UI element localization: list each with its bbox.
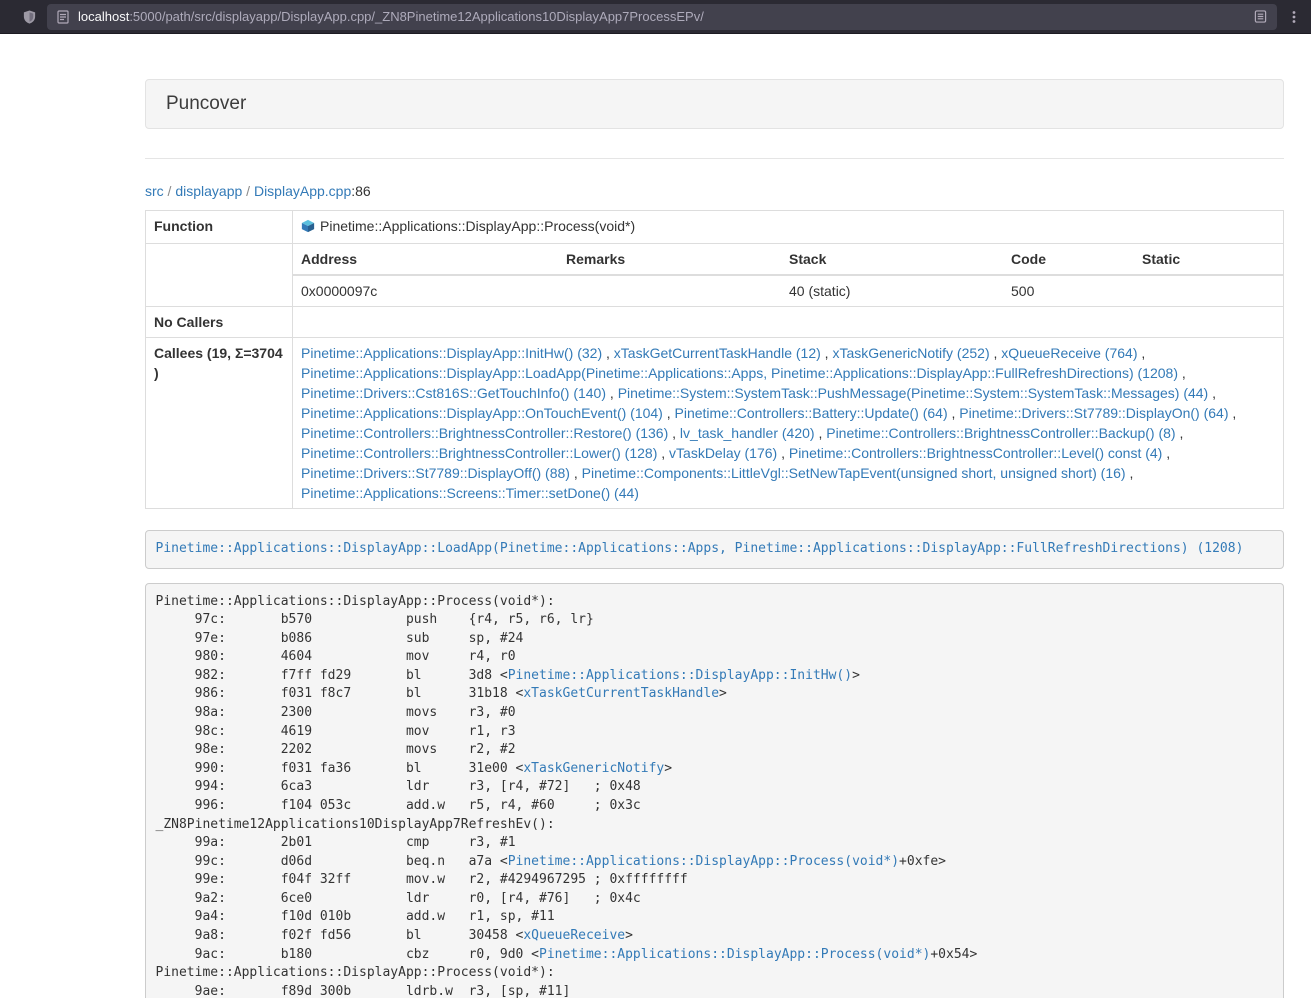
callees-separator: , [657,445,669,461]
column-header-stack: Stack [781,244,1003,275]
disasm-symbol-link[interactable]: Pinetime::Applications::DisplayApp::Proc… [539,947,930,962]
callees-separator: , [663,405,675,421]
callees-separator: , [1126,465,1134,481]
callees-list: Pinetime::Applications::DisplayApp::Init… [293,338,1284,509]
callee-link[interactable]: Pinetime::Applications::DisplayApp::Init… [301,345,602,361]
breadcrumb-separator: / [164,183,176,199]
remarks-value [558,275,781,306]
callee-link[interactable]: Pinetime::Applications::Screens::Timer::… [301,485,639,501]
column-header-remarks: Remarks [558,244,781,275]
callees-row: Callees (19, Σ=3704 ) Pinetime::Applicat… [146,338,1284,509]
address-value: 0x0000097c [293,275,558,306]
callees-separator: , [1137,345,1145,361]
url-host: localhost [78,9,129,24]
function-label: Function [146,211,293,244]
code-value: 500 [1003,275,1134,306]
column-header-static: Static [1134,244,1283,275]
metrics-cell: Address Remarks Stack Code Static 0x0000… [293,244,1284,307]
callee-link[interactable]: xQueueReceive (764) [1001,345,1137,361]
callees-separator: , [668,425,680,441]
disassembly-code: Pinetime::Applications::DisplayApp::Proc… [145,583,1284,998]
column-header-code: Code [1003,244,1134,275]
callees-separator: , [606,385,618,401]
metrics-data-row: 0x0000097c 40 (static) 500 [293,275,1283,306]
breadcrumb-link-0[interactable]: src [145,183,164,199]
callee-link[interactable]: lv_task_handler (420) [680,425,815,441]
callees-separator: , [1178,365,1186,381]
metrics-table: Address Remarks Stack Code Static 0x0000… [293,244,1283,306]
callees-separator: , [570,465,582,481]
url-bar[interactable]: localhost:5000/path/src/displayapp/Displ… [47,4,1277,30]
shield-icon[interactable] [22,9,37,25]
callees-separator: , [948,405,960,421]
breadcrumb: src / displayapp / DisplayApp.cpp:86 [145,181,1284,201]
disasm-symbol-link[interactable]: xTaskGenericNotify [523,761,664,776]
callees-separator: , [602,345,614,361]
callee-link[interactable]: Pinetime::Applications::DisplayApp::OnTo… [301,405,663,421]
breadcrumb-link-2[interactable]: DisplayApp.cpp [254,183,351,199]
disasm-symbol-link[interactable]: xQueueReceive [523,928,625,943]
callee-link[interactable]: Pinetime::System::SystemTask::PushMessag… [618,385,1209,401]
breadcrumb-line-number: :86 [351,183,370,199]
callee-link[interactable]: Pinetime::Drivers::St7789::DisplayOff() … [301,465,570,481]
metrics-row: Address Remarks Stack Code Static 0x0000… [146,244,1284,307]
callee-link[interactable]: Pinetime::Controllers::BrightnessControl… [826,425,1175,441]
callee-link[interactable]: Pinetime::Controllers::BrightnessControl… [301,425,668,441]
breadcrumb-link-1[interactable]: displayapp [175,183,242,199]
reader-view-icon[interactable] [1254,10,1267,23]
metrics-empty-label [146,244,293,307]
url-text: localhost:5000/path/src/displayapp/Displ… [78,9,1245,24]
disasm-symbol-link[interactable]: xTaskGetCurrentTaskHandle [523,686,719,701]
snippet-link[interactable]: Pinetime::Applications::DisplayApp::Load… [156,541,1244,556]
metrics-header-row: Address Remarks Stack Code Static [293,244,1283,275]
function-row: Function Pinetime::Applications::Display… [146,211,1284,244]
disasm-symbol-link[interactable]: Pinetime::Applications::DisplayApp::Init… [508,668,852,683]
callee-link[interactable]: Pinetime::Applications::DisplayApp::Load… [301,365,1178,381]
callee-link[interactable]: Pinetime::Components::LittleVgl::SetNewT… [582,465,1126,481]
no-callers-label: No Callers [146,307,293,338]
kebab-menu-icon[interactable] [1287,10,1301,24]
callees-separator: , [1208,385,1216,401]
callee-link[interactable]: Pinetime::Controllers::Battery::Update()… [675,405,948,421]
function-detail-table: Function Pinetime::Applications::Display… [145,210,1284,509]
disasm-symbol-link[interactable]: Pinetime::Applications::DisplayApp::Proc… [508,854,899,869]
divider [145,158,1284,159]
callee-link[interactable]: Pinetime::Controllers::BrightnessControl… [301,445,657,461]
url-path: :5000/path/src/displayapp/DisplayApp.cpp… [129,9,704,24]
highlighted-call-snippet: Pinetime::Applications::DisplayApp::Load… [145,530,1284,569]
callees-separator: , [1176,425,1184,441]
callees-separator: , [1229,405,1237,421]
callee-link[interactable]: Pinetime::Drivers::St7789::DisplayOn() (… [959,405,1228,421]
callees-separator: , [815,425,827,441]
callees-separator: , [821,345,833,361]
breadcrumb-separator: / [242,183,254,199]
page-title: Puncover [166,93,246,114]
function-name-cell: Pinetime::Applications::DisplayApp::Proc… [293,211,1284,244]
app-title-panel: Puncover [145,79,1284,129]
page-info-icon[interactable] [57,10,69,24]
cube-icon [301,218,315,238]
callee-link[interactable]: Pinetime::Controllers::BrightnessControl… [789,445,1162,461]
static-value [1134,275,1283,306]
function-name: Pinetime::Applications::DisplayApp::Proc… [320,218,635,234]
stack-value: 40 (static) [781,275,1003,306]
callees-separator: , [990,345,1002,361]
callee-link[interactable]: xTaskGetCurrentTaskHandle (12) [614,345,821,361]
callee-link[interactable]: xTaskGenericNotify (252) [832,345,989,361]
page-container: Puncover src / displayapp / DisplayApp.c… [145,79,1284,998]
no-callers-row: No Callers [146,307,1284,338]
no-callers-cell [293,307,1284,338]
column-header-address: Address [293,244,558,275]
callees-label: Callees (19, Σ=3704 ) [146,338,293,509]
callees-separator: , [1162,445,1170,461]
callees-separator: , [777,445,789,461]
callee-link[interactable]: vTaskDelay (176) [669,445,777,461]
callee-link[interactable]: Pinetime::Drivers::Cst816S::GetTouchInfo… [301,385,606,401]
browser-toolbar: localhost:5000/path/src/displayapp/Displ… [0,0,1311,34]
